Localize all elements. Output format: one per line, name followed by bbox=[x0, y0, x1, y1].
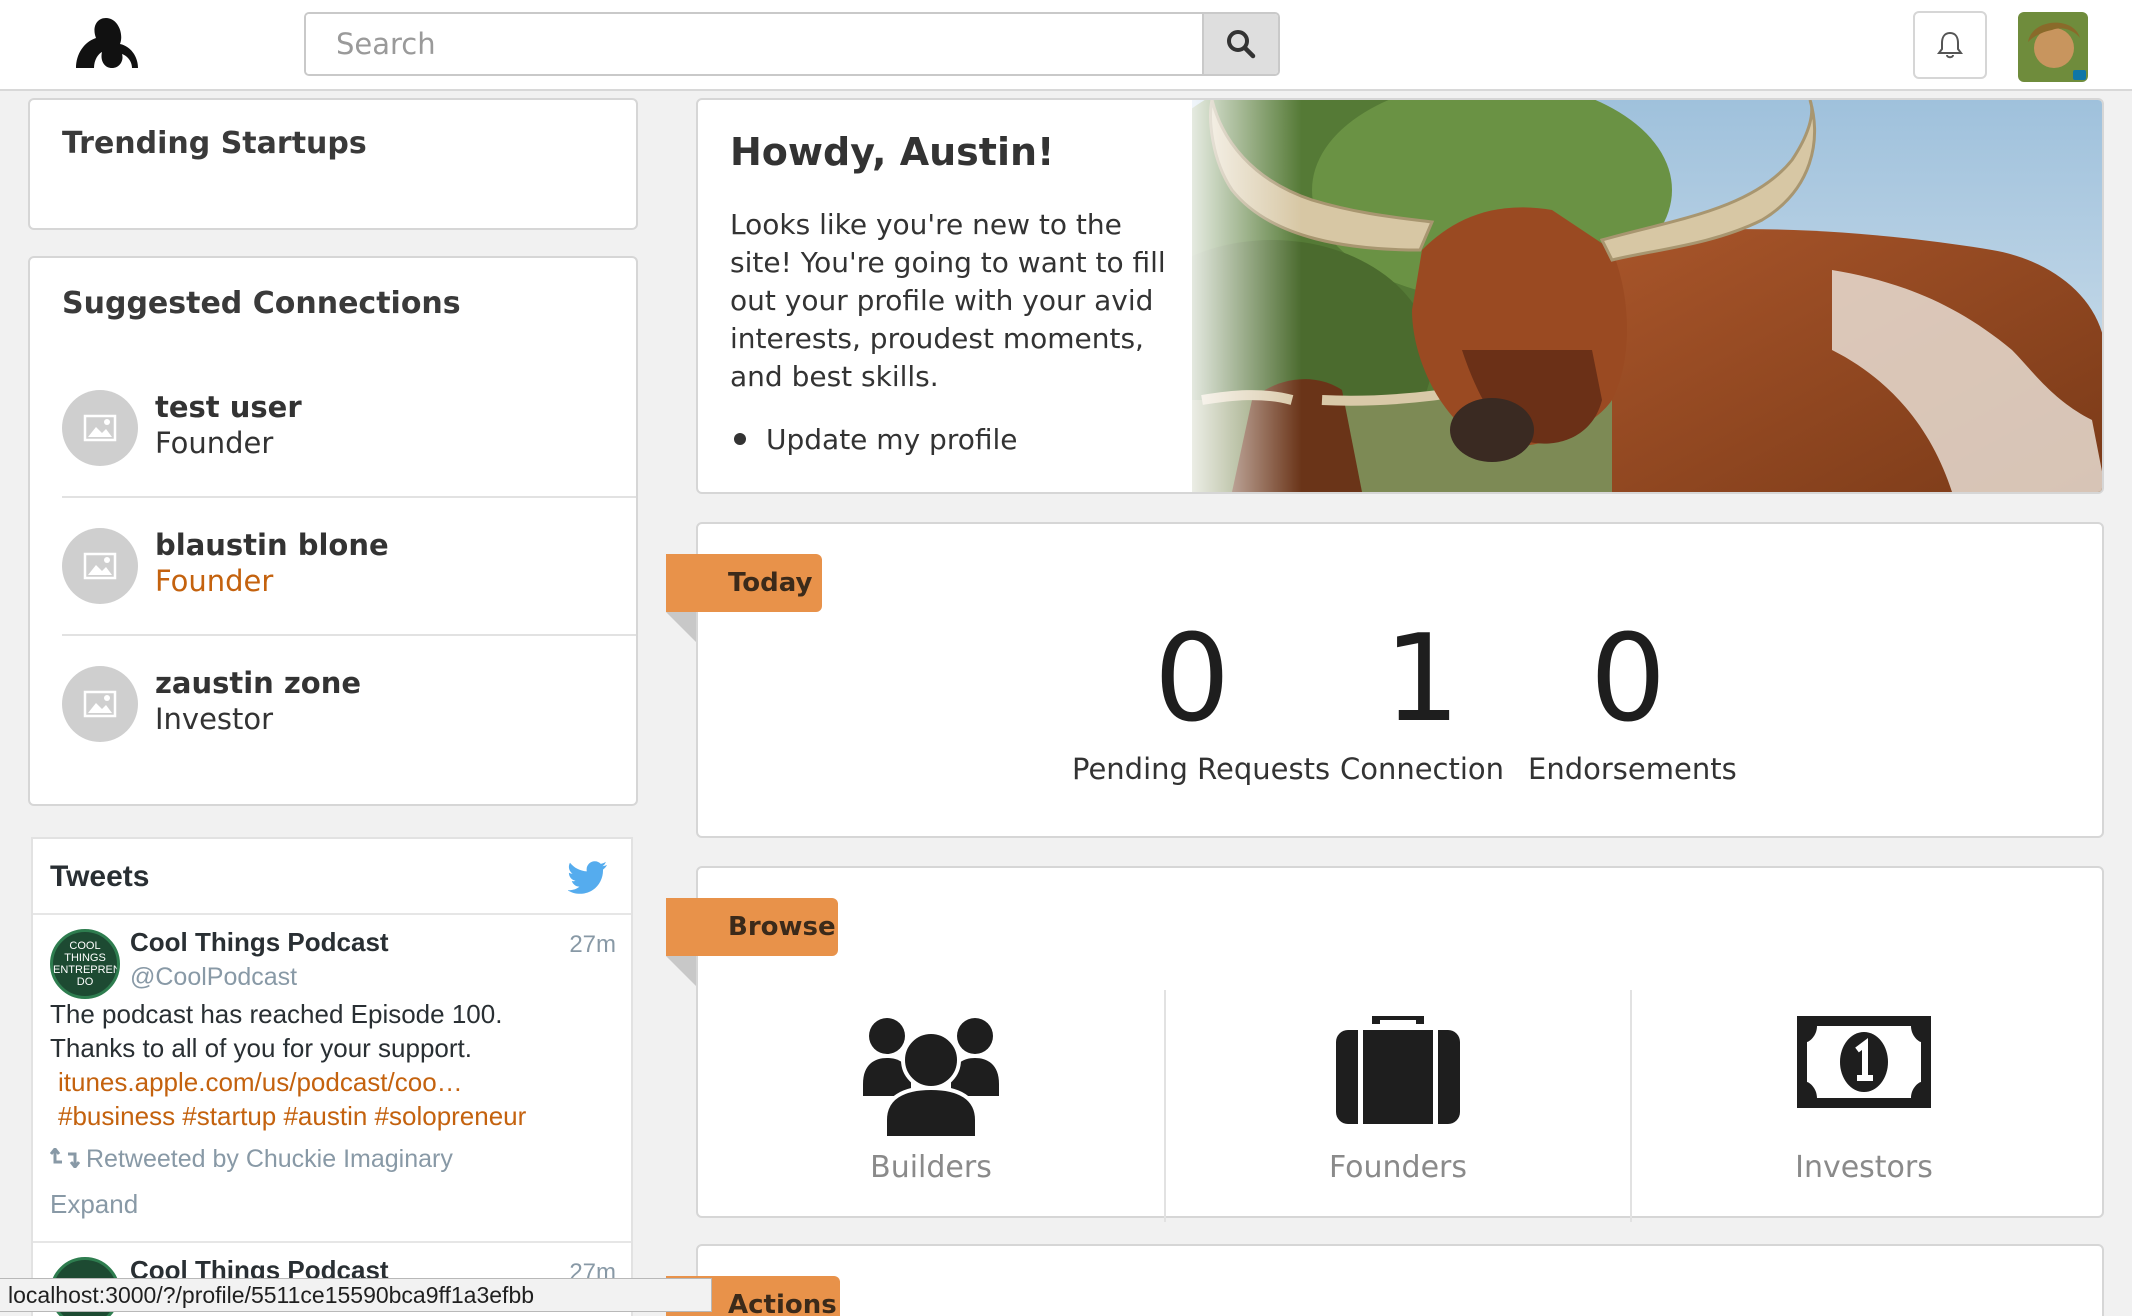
endorsements-stat[interactable]: 0 Endorsements bbox=[1528, 610, 1737, 787]
logo-icon[interactable] bbox=[72, 16, 140, 74]
pending-requests-label: Pending Requests bbox=[1072, 752, 1331, 786]
connection-role: Founder bbox=[155, 426, 274, 460]
tweet-author-handle[interactable]: @CoolPodcast bbox=[130, 963, 297, 992]
today-ribbon: Today bbox=[666, 554, 822, 612]
search-bar bbox=[304, 12, 1280, 76]
update-profile-link[interactable]: Update my profile bbox=[730, 423, 1018, 456]
founders-label[interactable]: Founders bbox=[1166, 1150, 1630, 1185]
browse-founders[interactable]: Founders bbox=[1164, 990, 1630, 1222]
longhorn-hero-image bbox=[1112, 100, 2102, 492]
tweet-item[interactable]: COOL THINGS ENTREPRENEURS DO Cool Things… bbox=[33, 915, 631, 1235]
notifications-button[interactable] bbox=[1913, 11, 1987, 79]
connection-name[interactable]: test user bbox=[155, 390, 302, 424]
search-button[interactable] bbox=[1202, 14, 1278, 74]
welcome-title: Howdy, Austin! bbox=[730, 130, 1055, 174]
tweet-author-name[interactable]: Cool Things Podcast bbox=[130, 927, 389, 958]
suggested-connections-title: Suggested Connections bbox=[62, 286, 461, 321]
retweet-icon bbox=[49, 1146, 81, 1175]
search-input[interactable] bbox=[306, 14, 1204, 74]
tweet-link[interactable]: itunes.apple.com/us/podcast/coo… bbox=[50, 1065, 526, 1099]
connection-name[interactable]: blaustin blone bbox=[155, 528, 389, 562]
connection-count: 1 bbox=[1383, 610, 1461, 749]
suggested-connections-card: Suggested Connections test user Founder … bbox=[28, 256, 638, 806]
retweeted-by-text[interactable]: Retweeted by Chuckie Imaginary bbox=[86, 1145, 453, 1173]
tweet-text-line: The podcast has reached Episode 100. bbox=[50, 999, 503, 1029]
avatar-placeholder-icon bbox=[62, 666, 138, 742]
tweet-text-line: Thanks to all of you for your support. bbox=[50, 1033, 472, 1063]
tweets-title: Tweets bbox=[50, 860, 150, 893]
browse-ribbon: Browse bbox=[666, 898, 838, 956]
connection-role: Investor bbox=[155, 702, 274, 736]
bell-icon bbox=[1937, 31, 1963, 59]
avatar-placeholder-icon bbox=[62, 528, 138, 604]
tweet-hashtags[interactable]: #business #startup #austin #solopreneur bbox=[50, 1099, 526, 1133]
endorsements-count: 0 bbox=[1589, 610, 1667, 749]
connection-item[interactable]: blaustin blone Founder bbox=[62, 496, 636, 634]
connection-label: Connection bbox=[1339, 752, 1505, 786]
search-icon bbox=[1227, 30, 1256, 59]
pending-requests-count: 0 bbox=[1153, 610, 1231, 749]
tweet-avatar[interactable]: COOL THINGS ENTREPRENEURS DO bbox=[50, 929, 120, 999]
builders-label[interactable]: Builders bbox=[698, 1150, 1164, 1185]
investors-label[interactable]: Investors bbox=[1632, 1150, 2096, 1185]
browse-builders[interactable]: Builders bbox=[698, 990, 1164, 1222]
tweet-retweeted-by: Retweeted by Chuckie Imaginary bbox=[49, 1145, 453, 1175]
trending-startups-title: Trending Startups bbox=[62, 126, 367, 161]
tweet-timestamp[interactable]: 27m bbox=[569, 931, 616, 959]
tweet-text: The podcast has reached Episode 100. Tha… bbox=[50, 997, 526, 1133]
tweet-expand-link[interactable]: Expand bbox=[50, 1189, 138, 1220]
welcome-card: Howdy, Austin! Looks like you're new to … bbox=[696, 98, 2104, 494]
top-navbar bbox=[0, 0, 2132, 91]
tweets-widget: Tweets COOL THINGS ENTREPRENEURS DO Cool… bbox=[31, 837, 633, 1316]
browser-status-bar: localhost:3000/?/profile/5511ce15590bca9… bbox=[0, 1278, 712, 1312]
connection-stat[interactable]: 1 Connection bbox=[1330, 610, 1514, 787]
bullet-icon bbox=[734, 433, 746, 445]
connection-role: Founder bbox=[155, 564, 274, 598]
connection-item[interactable]: zaustin zone Investor bbox=[62, 634, 636, 772]
update-profile-label[interactable]: Update my profile bbox=[766, 423, 1018, 456]
trending-startups-card: Trending Startups bbox=[28, 98, 638, 230]
tweets-header: Tweets bbox=[33, 839, 631, 915]
connection-item[interactable]: test user Founder bbox=[30, 358, 636, 496]
users-icon bbox=[863, 1016, 999, 1147]
avatar-placeholder-icon bbox=[62, 390, 138, 466]
pending-requests-stat[interactable]: 0 Pending Requests bbox=[1072, 610, 1331, 787]
actions-card bbox=[696, 1244, 2104, 1316]
welcome-text: Looks like you're new to the site! You'r… bbox=[730, 208, 1166, 393]
ribbon-fold bbox=[666, 956, 696, 986]
money-bill-icon bbox=[1797, 1016, 1931, 1113]
browse-investors[interactable]: Investors bbox=[1630, 990, 2096, 1222]
briefcase-icon bbox=[1336, 1012, 1460, 1129]
ribbon-fold bbox=[666, 612, 696, 642]
twitter-bird-icon[interactable] bbox=[568, 861, 608, 895]
endorsements-label: Endorsements bbox=[1528, 752, 1737, 786]
connection-name[interactable]: zaustin zone bbox=[155, 666, 361, 700]
browse-card: Builders Founders Investors bbox=[696, 866, 2104, 1222]
user-avatar[interactable] bbox=[2018, 12, 2088, 82]
